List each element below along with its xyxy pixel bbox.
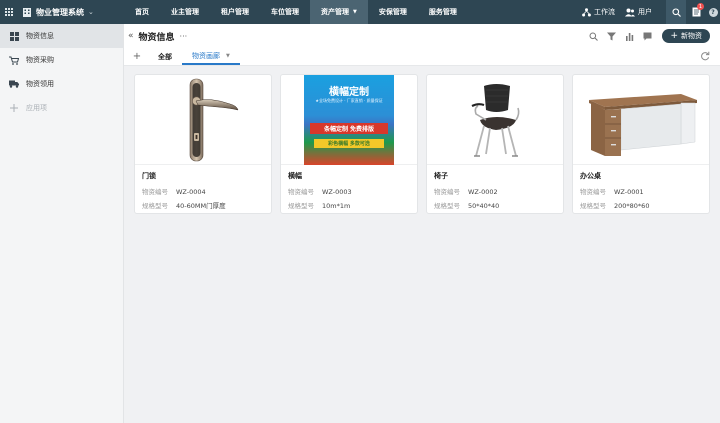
chevron-down-icon: ⌄ <box>88 8 94 16</box>
material-spec: 10m*1m <box>322 202 351 210</box>
field-label: 规格型号 <box>288 202 314 210</box>
material-id: WZ-0003 <box>322 188 352 196</box>
nav-item-owner[interactable]: 业主管理 <box>160 0 210 24</box>
grid-icon <box>9 31 19 41</box>
filter-icon[interactable] <box>602 27 620 45</box>
field-label: 物资编号 <box>580 188 606 196</box>
nav-item-parking[interactable]: 车位管理 <box>260 0 310 24</box>
sidebar-item-label: 应用项 <box>26 104 47 112</box>
refresh-icon[interactable] <box>700 51 710 61</box>
top-bar: 物业管理系统 ⌄ 首页 业主管理 租户管理 车位管理 资产管理 ▼ 安保管理 服务… <box>0 0 720 24</box>
help-icon: ? <box>708 7 718 17</box>
card-image-desk <box>573 75 709 165</box>
field-label: 规格型号 <box>434 202 460 210</box>
user-button[interactable]: 用户 <box>625 7 652 17</box>
chevron-down-icon: ▼ <box>226 52 230 59</box>
workflow-button[interactable]: 工作流 <box>582 7 615 17</box>
material-card[interactable]: 椅子 物资编号 WZ-0002 规格型号 50*40*40 <box>426 74 564 214</box>
messages-button[interactable]: 1 <box>686 0 706 24</box>
banner-ribbon-secondary: 彩色横幅 多款可选 <box>314 138 384 148</box>
chart-icon[interactable] <box>620 27 638 45</box>
app-switcher-icon[interactable] <box>2 0 16 24</box>
building-icon <box>23 8 31 17</box>
comment-icon[interactable] <box>638 27 656 45</box>
nav-item-security[interactable]: 安保管理 <box>368 0 418 24</box>
material-card[interactable]: 横幅定制 ★全场免费设计 · 厂家直销 · 质量保证 条幅定制 免费排版 彩色横… <box>280 74 418 214</box>
material-spec: 200*80*60 <box>614 202 650 210</box>
truck-icon <box>9 79 19 89</box>
card-image-banner: 横幅定制 ★全场免费设计 · 厂家直销 · 质量保证 条幅定制 免费排版 彩色横… <box>281 75 417 165</box>
field-label: 规格型号 <box>142 202 168 210</box>
message-count-badge: 1 <box>697 3 704 10</box>
sidebar-item-material-requisition[interactable]: 物资领用 <box>0 72 123 96</box>
main-nav: 首页 业主管理 租户管理 车位管理 资产管理 ▼ 安保管理 服务管理 <box>124 0 468 24</box>
field-label: 规格型号 <box>580 202 606 210</box>
workflow-icon <box>582 7 591 16</box>
help-button[interactable]: ? <box>706 0 720 24</box>
card-title: 办公桌 <box>580 172 601 180</box>
tab-gallery[interactable]: 物资画廊 ▼ <box>182 48 240 65</box>
material-id: WZ-0004 <box>176 188 206 196</box>
page-title: 物资信息 <box>138 32 175 43</box>
chevron-down-icon: ▼ <box>353 9 357 15</box>
banner-image: 横幅定制 ★全场免费设计 · 厂家直销 · 质量保证 条幅定制 免费排版 彩色横… <box>304 75 394 165</box>
cart-icon <box>9 55 19 65</box>
banner-subline: ★全场免费设计 · 厂家直销 · 质量保证 <box>315 97 383 103</box>
sidebar-item-add-app[interactable]: 应用项 <box>0 96 123 120</box>
global-search-button[interactable] <box>666 0 686 24</box>
sidebar-item-material-info[interactable]: 物资信息 <box>0 24 123 48</box>
app-brand[interactable]: 物业管理系统 ⌄ <box>16 0 124 24</box>
material-id: WZ-0001 <box>614 188 644 196</box>
nav-item-home[interactable]: 首页 <box>124 0 160 24</box>
material-spec: 40-60MM门厚度 <box>176 202 226 210</box>
material-card[interactable]: 办公桌 物资编号 WZ-0001 规格型号 200*80*60 <box>572 74 710 214</box>
door-lock-image <box>189 78 239 161</box>
card-image-door-lock <box>135 75 271 165</box>
nav-item-assets[interactable]: 资产管理 ▼ <box>310 0 368 24</box>
nav-item-tenant[interactable]: 租户管理 <box>210 0 260 24</box>
sidebar-item-label: 物资信息 <box>26 32 54 40</box>
top-right-tools: 工作流 用户 1 ? <box>582 0 720 24</box>
add-view-button[interactable]: + <box>126 51 148 62</box>
gallery-grid: 门锁 物资编号 WZ-0004 规格型号 40-60MM门厚度 横幅定制 ★全场免费… <box>134 74 718 214</box>
desk-image <box>589 93 697 156</box>
user-icon <box>625 8 635 16</box>
chair-image <box>471 83 520 157</box>
plus-icon: + <box>670 31 678 41</box>
plus-icon <box>9 103 19 113</box>
new-material-button[interactable]: + 新物资 <box>662 29 710 43</box>
sidebar-item-label: 物资领用 <box>26 80 54 88</box>
tab-all[interactable]: 全部 <box>148 48 182 65</box>
more-options-icon[interactable]: ··· <box>180 32 188 41</box>
sidebar: 物资信息 物资采购 物资领用 应用项 <box>0 24 124 423</box>
material-card[interactable]: 门锁 物资编号 WZ-0004 规格型号 40-60MM门厚度 <box>134 74 272 214</box>
field-label: 物资编号 <box>434 188 460 196</box>
banner-headline: 横幅定制 <box>329 86 369 98</box>
sidebar-item-material-purchase[interactable]: 物资采购 <box>0 48 123 72</box>
card-title: 横幅 <box>288 172 302 180</box>
view-tabs: + 全部 物资画廊 ▼ <box>124 48 240 65</box>
nav-item-service[interactable]: 服务管理 <box>418 0 468 24</box>
main-content: « 物资信息 ··· + 新物资 + 全部 物资画廊 ▼ 门锁 物资编号 WZ-… <box>124 24 720 423</box>
card-title: 门锁 <box>142 172 156 180</box>
banner-ribbon: 条幅定制 免费排版 <box>310 122 388 134</box>
collapse-sidebar-icon[interactable]: « <box>128 31 134 41</box>
card-image-chair <box>427 75 563 165</box>
search-icon <box>671 7 681 17</box>
sidebar-item-label: 物资采购 <box>26 56 54 64</box>
field-label: 物资编号 <box>142 188 168 196</box>
material-id: WZ-0002 <box>468 188 498 196</box>
material-spec: 50*40*40 <box>468 202 500 210</box>
app-name: 物业管理系统 <box>36 7 84 17</box>
page-header: « 物资信息 ··· + 新物资 + 全部 物资画廊 ▼ <box>124 24 720 66</box>
search-icon[interactable] <box>584 27 602 45</box>
card-title: 椅子 <box>434 172 448 180</box>
field-label: 物资编号 <box>288 188 314 196</box>
